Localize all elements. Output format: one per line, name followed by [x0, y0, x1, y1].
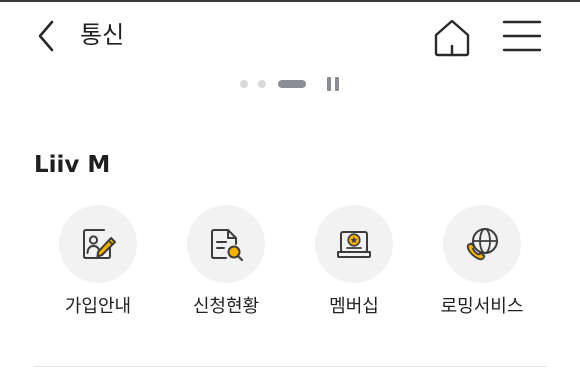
chevron-left-icon: [30, 16, 62, 56]
carousel-indicator: [236, 76, 356, 92]
page-title: 통신: [80, 21, 125, 49]
menu-item-label: 가입안내: [64, 296, 132, 317]
menu-item-label: 로밍서비스: [440, 296, 524, 317]
app-header: 통신: [0, 2, 580, 64]
menu-item-membership[interactable]: 멤버십: [290, 205, 418, 335]
menu-item-signup-guide[interactable]: 가입안내: [34, 205, 162, 335]
home-icon: [430, 19, 474, 64]
carousel-pause-button[interactable]: [324, 76, 342, 92]
service-menu-grid: 가입안내 신청현황 멤버십 로밍서비스: [34, 205, 554, 335]
home-button[interactable]: [430, 16, 474, 60]
menu-item-application-status[interactable]: 신청현황: [162, 205, 290, 335]
menu-item-label: 신청현황: [192, 296, 260, 317]
carousel-dot[interactable]: [240, 80, 248, 88]
hamburger-menu-button[interactable]: [500, 16, 544, 60]
menu-item-roaming-service[interactable]: 로밍서비스: [418, 205, 546, 335]
divider: [34, 366, 546, 367]
carousel-dot-active[interactable]: [278, 80, 306, 88]
back-button[interactable]: [30, 16, 62, 56]
hamburger-menu-icon: [500, 20, 544, 64]
carousel-dot[interactable]: [258, 80, 266, 88]
menu-icon-background: [315, 205, 393, 283]
menu-item-label: 멤버십: [329, 296, 379, 317]
menu-icon-background: [443, 205, 521, 283]
menu-icon-background: [187, 205, 265, 283]
section-title: Liiv M: [34, 152, 111, 178]
menu-icon-background: [59, 205, 137, 283]
